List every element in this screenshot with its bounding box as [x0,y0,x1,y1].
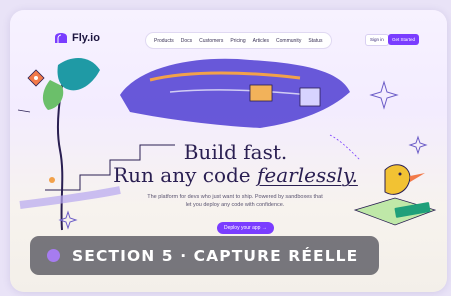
headline-prefix: Run any code [113,163,257,187]
deploy-app-button[interactable]: Deploy your app → [217,222,274,234]
nav-item-products[interactable]: Products [154,38,174,44]
nav-item-docs[interactable]: Docs [181,38,192,44]
top-nav: Fly.io Products Docs Customers Pricing A… [10,10,447,56]
banner-text: SECTION 5 · CAPTURE RÉELLE [72,246,359,265]
main-menu: Products Docs Customers Pricing Articles… [145,32,332,49]
section-banner: SECTION 5 · CAPTURE RÉELLE [30,236,379,275]
nav-item-community[interactable]: Community [276,38,301,44]
fly-logo-icon [55,33,67,43]
nav-item-customers[interactable]: Customers [199,38,223,44]
headline-line-1: Build fast. [183,140,288,164]
logo[interactable]: Fly.io [54,32,100,44]
get-started-button[interactable]: Get Started [388,34,420,45]
logo-text: Fly.io [72,32,100,44]
rocket-icon [27,69,45,87]
sign-in-button[interactable]: Sign in [365,34,389,46]
hero-subtitle: The platform for devs who just want to s… [147,194,323,208]
headline-emphasis: fearlessly. [257,163,358,187]
nav-item-status[interactable]: Status [308,38,322,44]
nav-item-pricing[interactable]: Pricing [230,38,245,44]
headline-line-2: Run any code fearlessly. [10,163,447,187]
nav-item-articles[interactable]: Articles [253,38,269,44]
page: Fly.io Products Docs Customers Pricing A… [0,0,451,296]
banner-dot [47,249,60,262]
